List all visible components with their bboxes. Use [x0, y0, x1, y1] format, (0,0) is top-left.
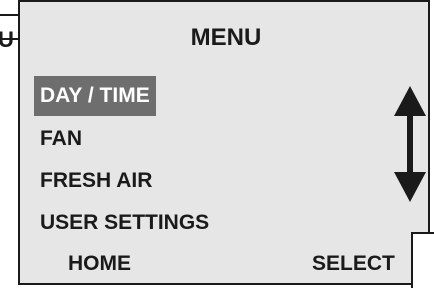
menu-item-fresh-air[interactable]: FRESH AIR: [34, 160, 215, 202]
menu-item-fan[interactable]: FAN: [34, 118, 215, 160]
menu-list: DAY / TIME FAN FRESH AIR USER SETTINGS: [34, 76, 215, 244]
menu-screen: MENU DAY / TIME FAN FRESH AIR USER SETTI…: [18, 0, 430, 285]
up-down-arrow-icon[interactable]: [393, 86, 427, 202]
menu-item-label: DAY / TIME: [34, 76, 156, 116]
page-title: MENU: [190, 24, 262, 51]
menu-item-day-time[interactable]: DAY / TIME: [34, 76, 215, 118]
home-button[interactable]: HOME: [68, 252, 131, 276]
menu-item-user-settings[interactable]: USER SETTINGS: [34, 202, 215, 244]
select-button[interactable]: SELECT: [312, 252, 395, 276]
adjacent-panel-edge: [411, 232, 434, 288]
thermostat-display: U MENU DAY / TIME FAN FRESH AIR USER SET…: [0, 0, 434, 288]
